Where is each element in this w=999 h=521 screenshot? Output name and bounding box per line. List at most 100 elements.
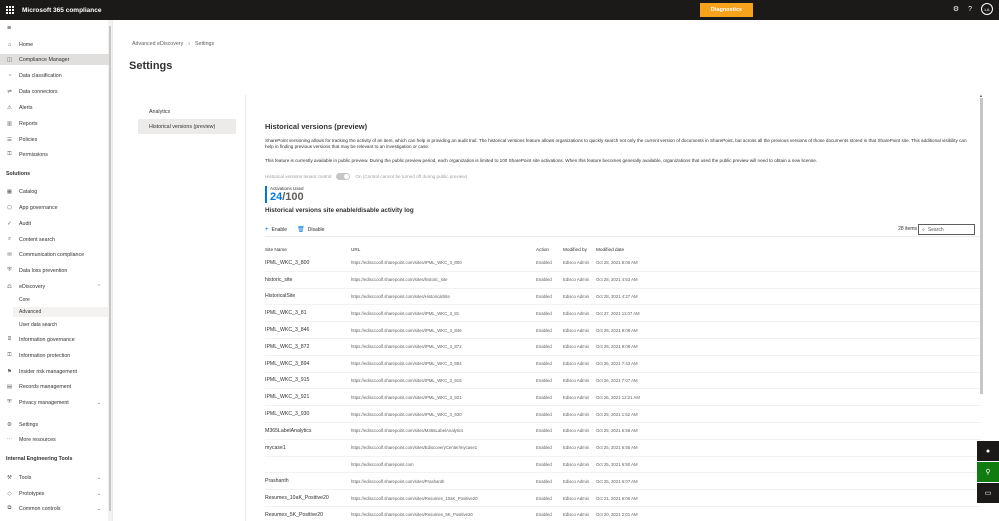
data-classification-icon: ◔ — [7, 72, 12, 79]
sidebar-item-reports[interactable]: ▥ Reports — [0, 118, 109, 129]
table-row[interactable]: IPML_WKC_3_930 https://edisccoolf.sharepo… — [265, 406, 981, 423]
cell-modified-date: Oct 26, 2021 8:08 AM — [596, 344, 638, 350]
disable-button[interactable]: 🗑 Disable — [297, 226, 324, 234]
sidebar-item-label: Privacy management — [19, 399, 69, 406]
table-row[interactable]: IPML_WKC_3_846 https://edisccoolf.sharepo… — [265, 322, 981, 339]
avatar[interactable]: LA — [981, 3, 993, 15]
sidebar-item-data-loss-prevention[interactable]: ⛨ Data loss prevention — [0, 265, 109, 276]
diagnostics-button[interactable]: Diagnostics — [700, 3, 753, 17]
table-row[interactable]: IPML_WKC_3_81 https://edisccoolf.sharepoi… — [265, 305, 981, 323]
app-governance-icon: ⬡ — [7, 204, 12, 211]
sidebar-item-tools[interactable]: ⚒ Tools ⌄ — [0, 472, 109, 483]
table-row[interactable]: IPML_WKC_3_921 https://edisccoolf.sharepo… — [265, 389, 981, 407]
sidebar-item-label: Communication compliance — [19, 251, 85, 258]
sidebar-item-alerts[interactable]: ⚠ Alerts — [0, 102, 109, 113]
search-input[interactable]: ⌕ Search — [918, 224, 975, 235]
enable-button[interactable]: + Enable — [265, 227, 287, 233]
cell-modified-by: Edisco Admin — [563, 428, 590, 434]
sidebar-item-content-search[interactable]: ⌕ Content search — [0, 234, 109, 245]
sidebar-item-data-connectors[interactable]: ⇌ Data connectors — [0, 86, 109, 97]
sidebar-item-audit[interactable]: ✓ Audit — [0, 218, 109, 229]
col-site-name[interactable]: Site Name — [265, 247, 351, 252]
plus-icon: + — [265, 226, 269, 233]
sidebar-item-label: More resources — [19, 436, 56, 443]
cell-modified-date: Oct 20, 2021 2:01 AM — [596, 512, 638, 518]
sidebar-item-label: Common controls — [19, 505, 61, 512]
table-row[interactable]: M365LabelAnalytics https://edisccoolf.sha… — [265, 423, 981, 440]
feedback-icon[interactable]: ● — [977, 441, 999, 461]
sidebar-item-data-classification[interactable]: ◔ Data classification — [0, 70, 109, 81]
cell-action: Enabled — [536, 377, 552, 383]
settings-icon: ⚙ — [7, 421, 12, 428]
sidebar-item-more-resources[interactable]: ⋯ More resources — [0, 434, 109, 445]
sidebar-subitem-user-data-search[interactable]: User data search — [19, 320, 57, 330]
col-action[interactable]: Action — [536, 247, 563, 252]
sidebar-item-prototypes[interactable]: ◇ Prototypes ⌄ — [0, 488, 109, 499]
sidebar-item-policies[interactable]: ☰ Policies — [0, 134, 109, 145]
cell-url: https://edisccoolf.sharepoint.com/sites/… — [351, 327, 462, 333]
table-row[interactable]: https://edisccoolf.sharepoint.com Enabled… — [265, 457, 981, 474]
sidebar-item-label: Home — [19, 41, 34, 48]
sidebar-item-label: Audit — [19, 220, 32, 227]
hamburger-icon[interactable]: ≡ — [7, 25, 11, 32]
sidebar-item-communication-compliance[interactable]: ✉ Communication compliance — [0, 249, 109, 260]
sidebar-item-label: Reports — [19, 120, 38, 127]
table-row[interactable]: IPML_WKC_3_915 https://edisccoolf.sharepo… — [265, 373, 981, 390]
description-paragraph: SharePoint versioning allows for trackin… — [265, 138, 967, 149]
sidebar-item-compliance-manager[interactable]: ◫ Compliance Manager — [0, 54, 109, 65]
information-protection-icon: ⚿ — [7, 352, 12, 358]
cell-modified-date: Oct 27, 2021 11:07 AM — [596, 310, 640, 316]
cell-site-name: IPML_WKC_3_800 — [265, 259, 310, 266]
sidebar-subitem-advanced[interactable]: Advanced — [19, 307, 41, 317]
cell-modified-date: Oct 25, 2021 1:52 AM — [596, 411, 638, 417]
sidebar-item-information-protection[interactable]: ⚿ Information protection — [0, 350, 109, 361]
sidebar-item-common-controls[interactable]: ⧉ Common controls ⌄ — [0, 503, 109, 514]
nav-item-analytics[interactable]: Analytics — [138, 104, 236, 119]
table-row[interactable]: HistoricalSite https://edisccoolf.sharepo… — [265, 289, 981, 306]
chevron-down-icon: ⌄ — [96, 399, 101, 406]
col-modified-by[interactable]: Modified by — [563, 247, 596, 252]
sidebar-item-label: Compliance Manager — [19, 56, 70, 63]
table-row[interactable]: Resumes_10aK_Positive20 https://edisccool… — [265, 490, 981, 507]
sidebar-item-home[interactable]: ⌂ Home — [0, 39, 109, 50]
main-area: Advanced eDiscovery › Settings Settings … — [113, 20, 999, 521]
table-row[interactable]: mycase1 https://edisccoolf.sharepoint.com… — [265, 440, 981, 457]
home-icon: ⌂ — [7, 41, 12, 48]
chat-icon[interactable]: ▭ — [977, 483, 999, 503]
col-modified-date[interactable]: Modified date — [596, 247, 696, 252]
sidebar-item-catalog[interactable]: ▦ Catalog — [0, 186, 109, 197]
activations-total-value: /100 — [282, 191, 304, 203]
breadcrumb-item-advanced-ediscovery[interactable]: Advanced eDiscovery — [132, 41, 183, 47]
sidebar-item-permissions[interactable]: ⚿ Permissions — [0, 149, 109, 160]
sidebar-item-information-governance[interactable]: ⌸ Information governance — [0, 334, 109, 345]
sidebar-item-ediscovery[interactable]: ⚖ eDiscovery ⌃ — [0, 281, 109, 292]
cell-modified-date: Oct 28, 2021 4:53 AM — [596, 277, 638, 283]
table-row[interactable]: Resumes_5K_Positive20 https://edisccoolf.… — [265, 507, 981, 521]
table-row[interactable]: IPML_WKC_3_800 https://edisccoolf.sharepo… — [265, 255, 981, 272]
app-launcher-icon[interactable] — [0, 0, 20, 20]
sidebar-item-records-management[interactable]: ▤ Records management — [0, 381, 109, 392]
information-governance-icon: ⌸ — [7, 336, 12, 342]
sidebar-item-settings[interactable]: ⚙ Settings — [0, 419, 109, 430]
cell-url: https://edisccoolf.sharepoint.com/sites/… — [351, 445, 478, 451]
cell-url: https://edisccoolf.sharepoint.com/sites/… — [351, 428, 464, 434]
settings-gear-icon[interactable]: ⚙ — [953, 5, 959, 13]
sidebar-item-insider-risk-management[interactable]: ⚑ Insider risk management — [0, 366, 109, 377]
sidebar-item-privacy-management[interactable]: ⛨ Privacy management ⌄ — [0, 397, 109, 408]
table-row[interactable]: IPML_WKC_3_894 https://edisccoolf.sharepo… — [265, 356, 981, 373]
table-row[interactable]: Prashanth https://edisccoolf.sharepoint.c… — [265, 473, 981, 491]
app-title[interactable]: Microsoft 365 compliance — [22, 7, 101, 14]
table-row[interactable]: IPML_WKC_3_872 https://edisccoolf.sharepo… — [265, 339, 981, 356]
nav-item-historical-versions[interactable]: Historical versions (preview) — [138, 119, 236, 134]
cell-modified-date: Oct 25, 2021 6:50 AM — [596, 461, 638, 467]
cell-modified-by: Edisco Admin — [563, 277, 590, 283]
sidebar-subitem-core[interactable]: Core — [19, 295, 30, 305]
sidebar-item-app-governance[interactable]: ⬡ App governance — [0, 202, 109, 213]
cell-modified-date: Oct 25, 2021 6:58 AM — [596, 428, 638, 434]
command-bar: + Enable 🗑 Disable 28 items ⌕ Search — [265, 223, 981, 237]
table-row[interactable]: historic_site https://edisccoolf.sharepoi… — [265, 272, 981, 289]
help-icon[interactable]: ? — [968, 6, 972, 13]
cell-modified-by: Edisco Admin — [563, 327, 590, 333]
location-pin-icon[interactable]: ⚲ — [977, 462, 999, 482]
col-url[interactable]: URL — [351, 247, 536, 252]
